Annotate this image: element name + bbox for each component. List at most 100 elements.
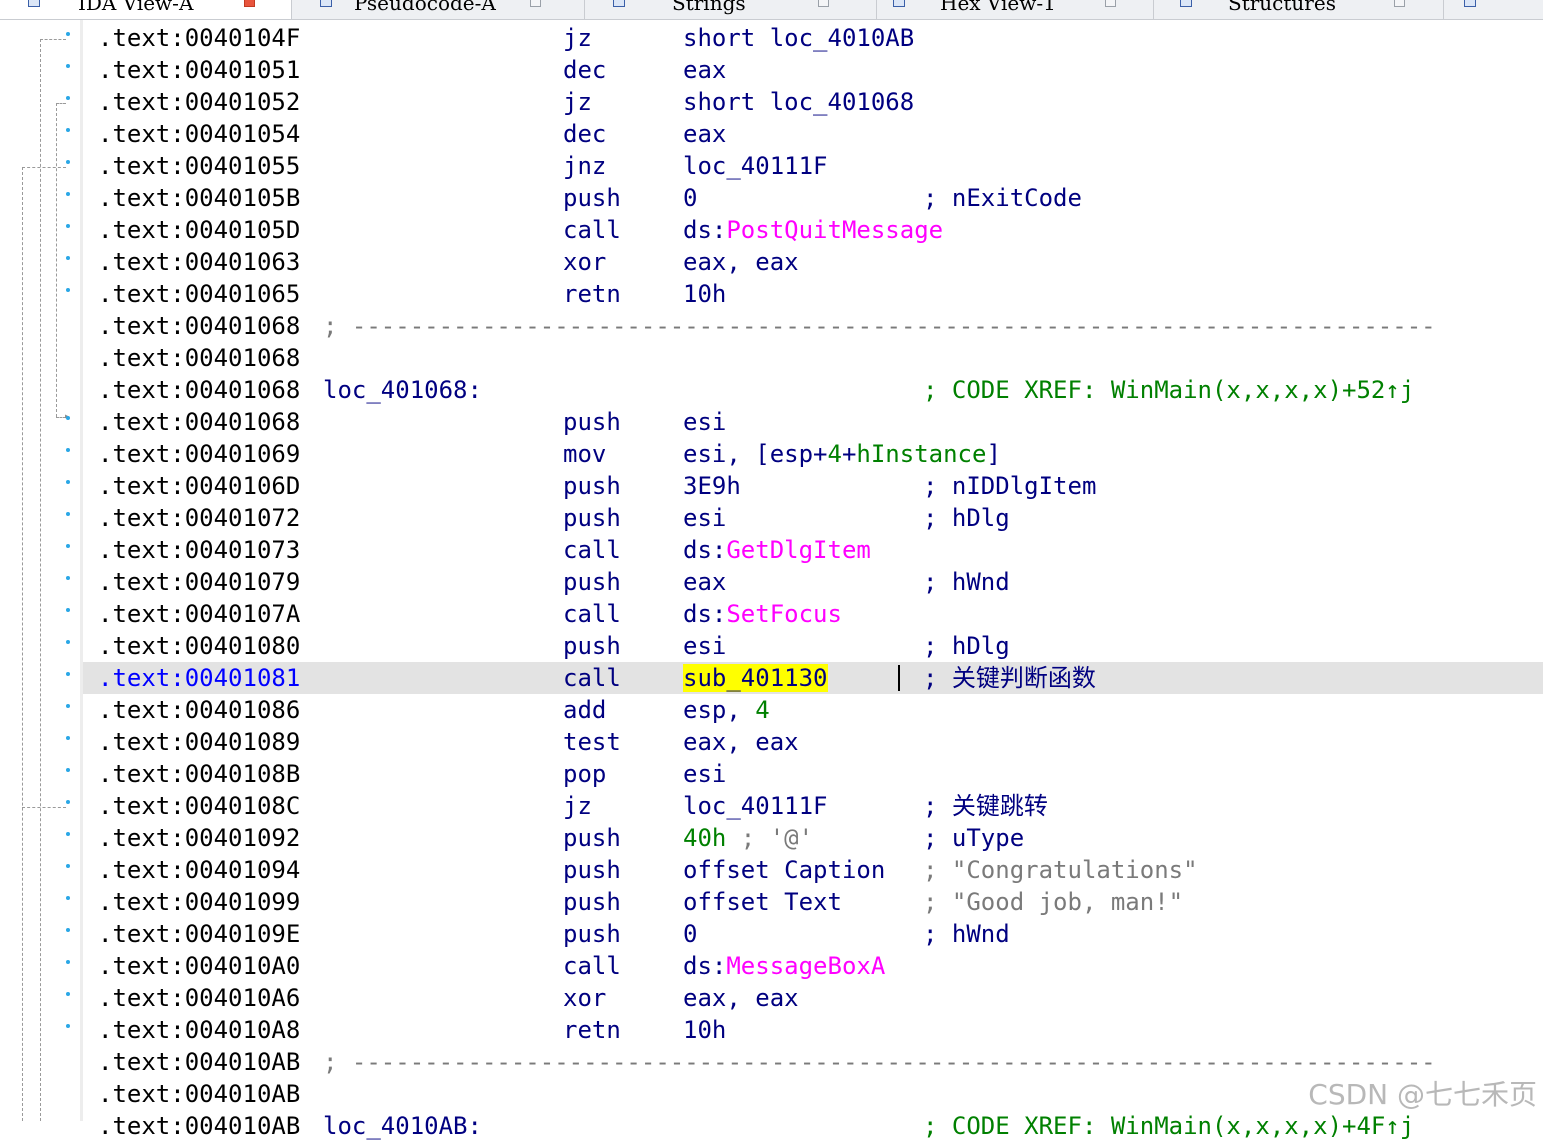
address[interactable]: .text:0040109E — [98, 918, 300, 950]
tab-more[interactable] — [1444, 0, 1543, 19]
listing-line[interactable]: .text:0040105D call ds:PostQuitMessage — [83, 214, 1543, 246]
listing-line[interactable]: .text:00401055 jnz loc_40111F — [83, 150, 1543, 182]
mnemonic[interactable]: add — [563, 694, 606, 726]
operand[interactable]: 10h — [683, 1014, 726, 1046]
address[interactable]: .text:00401068 — [98, 342, 300, 374]
close-icon[interactable] — [1105, 0, 1116, 7]
operand[interactable]: esi, [esp+4+hInstance] — [683, 438, 1001, 470]
operand-text[interactable]: loc_40111F — [683, 792, 828, 820]
listing-line[interactable]: .text:00401089 test eax, eax — [83, 726, 1543, 758]
operand[interactable]: eax — [683, 566, 726, 598]
address[interactable]: .text:0040108B — [98, 758, 300, 790]
operand-text[interactable]: esi — [683, 632, 726, 660]
operand-text[interactable]: 0 — [683, 184, 697, 212]
address[interactable]: .text:0040106D — [98, 470, 300, 502]
mnemonic[interactable]: test — [563, 726, 621, 758]
address[interactable]: .text:00401051 — [98, 54, 300, 86]
address[interactable]: .text:00401068 — [98, 374, 300, 406]
operand[interactable]: ds:MessageBoxA — [683, 950, 885, 982]
mnemonic[interactable]: push — [563, 182, 621, 214]
address[interactable]: .text:00401065 — [98, 278, 300, 310]
operand[interactable]: loc_40111F — [683, 150, 828, 182]
listing-line[interactable]: .text:00401092 push 40h ; '@' ; uType — [83, 822, 1543, 854]
mnemonic[interactable]: pop — [563, 758, 606, 790]
mnemonic[interactable]: retn — [563, 1014, 621, 1046]
mnemonic[interactable]: xor — [563, 982, 606, 1014]
address[interactable]: .text:00401086 — [98, 694, 300, 726]
import-name[interactable]: PostQuitMessage — [726, 216, 943, 244]
operand[interactable]: 40h ; '@' — [683, 822, 813, 854]
close-icon[interactable] — [1394, 0, 1405, 7]
close-icon[interactable] — [530, 0, 541, 7]
operand-text[interactable]: 3E9h — [683, 472, 741, 500]
listing-line[interactable]: .text:00401068 push esi — [83, 406, 1543, 438]
mnemonic[interactable]: push — [563, 566, 621, 598]
mnemonic[interactable]: call — [563, 662, 621, 694]
mnemonic[interactable]: jnz — [563, 150, 606, 182]
operand[interactable]: esi — [683, 502, 726, 534]
operand[interactable]: esi — [683, 758, 726, 790]
import-name[interactable]: MessageBoxA — [726, 952, 885, 980]
listing-line[interactable]: .text:004010A8 retn 10h — [83, 1014, 1543, 1046]
operand[interactable]: 0 — [683, 182, 697, 214]
operand-text[interactable]: short loc_401068 — [683, 88, 914, 116]
listing-line[interactable]: .text:0040105B push 0 ; nExitCode — [83, 182, 1543, 214]
listing-line[interactable]: .text:00401094 push offset Caption; "Congr… — [83, 854, 1543, 886]
operand-text[interactable]: eax — [683, 568, 726, 596]
address[interactable]: .text:004010A0 — [98, 950, 300, 982]
address[interactable]: .text:00401081 — [98, 662, 300, 694]
listing-line[interactable]: .text:00401072 push esi ; hDlg — [83, 502, 1543, 534]
mnemonic[interactable]: dec — [563, 118, 606, 150]
address[interactable]: .text:00401073 — [98, 534, 300, 566]
mnemonic[interactable]: jz — [563, 790, 592, 822]
address[interactable]: .text:00401069 — [98, 438, 300, 470]
mnemonic[interactable]: call — [563, 534, 621, 566]
operand[interactable]: sub_401130 — [683, 662, 828, 694]
listing-line[interactable]: .text:0040108C jz loc_40111F ; 关键跳转 — [83, 790, 1543, 822]
operand[interactable]: eax, eax — [683, 726, 799, 758]
listing-line[interactable]: .text:004010A0 call ds:MessageBoxA — [83, 950, 1543, 982]
listing-line[interactable]: .text:00401068 — [83, 342, 1543, 374]
operand[interactable]: loc_40111F — [683, 790, 828, 822]
mnemonic[interactable]: mov — [563, 438, 606, 470]
import-name[interactable]: SetFocus — [726, 600, 842, 628]
address[interactable]: .text:0040105B — [98, 182, 300, 214]
operand-text[interactable]: esi, [esp+ — [683, 440, 828, 468]
operand[interactable]: offset Caption — [683, 854, 885, 886]
operand-text[interactable]: loc_40111F — [683, 152, 828, 180]
listing-line[interactable]: .text:004010A6 xor eax, eax — [83, 982, 1543, 1014]
mnemonic[interactable]: retn — [563, 278, 621, 310]
operand[interactable]: eax, eax — [683, 246, 799, 278]
tab-pseudocode-a[interactable]: Pseudocode-A — [292, 0, 585, 19]
listing-line[interactable]: .text:00401080 push esi ; hDlg — [83, 630, 1543, 662]
address[interactable]: .text:00401054 — [98, 118, 300, 150]
close-icon[interactable] — [244, 0, 255, 7]
listing-line[interactable]: .text:0040106D push 3E9h ; nIDDlgItem — [83, 470, 1543, 502]
listing-line[interactable]: .text:00401065 retn 10h — [83, 278, 1543, 310]
address[interactable]: .text:0040105D — [98, 214, 300, 246]
listing-line[interactable]: .text:00401079 push eax ; hWnd — [83, 566, 1543, 598]
tab-ida-view-a[interactable]: IDA View-A — [0, 0, 292, 19]
operand-text[interactable]: eax — [683, 120, 726, 148]
mnemonic[interactable]: jz — [563, 86, 592, 118]
listing-line[interactable]: .text:00401051 dec eax — [83, 54, 1543, 86]
operand-text[interactable]: short loc_4010AB — [683, 24, 914, 52]
listing-line[interactable]: .text:00401068 loc_401068: ; CODE XREF: Wi… — [83, 374, 1543, 406]
mnemonic[interactable]: jz — [563, 22, 592, 54]
operand[interactable]: ds:PostQuitMessage — [683, 214, 943, 246]
address[interactable]: .text:0040107A — [98, 598, 300, 630]
operand[interactable]: eax — [683, 54, 726, 86]
address[interactable]: .text:00401094 — [98, 854, 300, 886]
mnemonic[interactable]: push — [563, 470, 621, 502]
operand[interactable]: 0 — [683, 918, 697, 950]
code-label[interactable]: loc_4010AB: — [323, 1110, 482, 1142]
address[interactable]: .text:004010AB — [98, 1078, 300, 1110]
address[interactable]: .text:00401052 — [98, 86, 300, 118]
operand[interactable]: ds:GetDlgItem — [683, 534, 871, 566]
operand[interactable]: esi — [683, 406, 726, 438]
listing-line[interactable]: .text:0040108B pop esi — [83, 758, 1543, 790]
operand[interactable]: offset Text — [683, 886, 842, 918]
listing-line[interactable]: .text:00401081 call sub_401130 ; 关键判断函数 — [83, 662, 1543, 694]
operand-text[interactable]: esi — [683, 504, 726, 532]
operand-text[interactable]: esi — [683, 760, 726, 788]
